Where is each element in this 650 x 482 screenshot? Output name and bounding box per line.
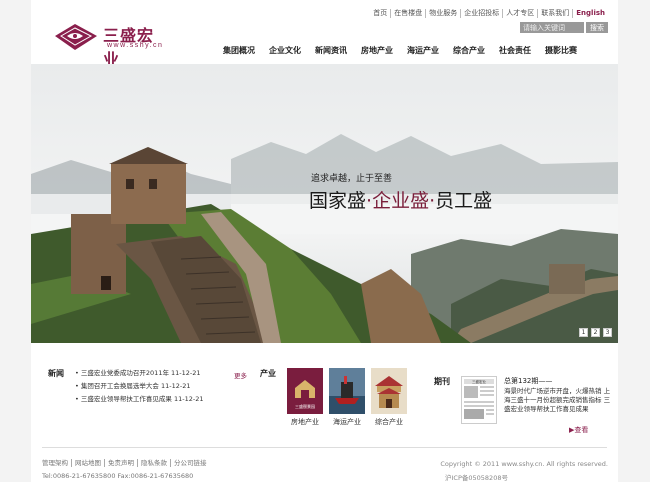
search-input[interactable] [520,22,584,33]
industry-shipping[interactable]: 海运产业 [329,368,365,427]
journal-cover-title: 三盛宏业 [472,379,486,384]
news-item[interactable]: 三盛宏业党委成功召开2011年 11-12-21 [75,367,204,380]
footer-links: 管理架构 网站地图 免责声明 隐私条款 分公司链接 [42,459,210,467]
slogan-country: 国家盛 [309,190,367,212]
banner-slogan: 国家盛·企业盛·员工盛 [309,186,492,213]
journal-summary: 海景时代广场逆市开盘，火爆热销 上海三盛十一月份超额完成销售指标 三盛宏业领导帮… [504,387,611,413]
banner-page-2[interactable]: 2 [591,328,600,337]
top-link-tender[interactable]: 企业招投标 [460,9,502,18]
top-link-home[interactable]: 首页 [370,9,390,18]
top-link-careers[interactable]: 人才专区 [502,9,537,18]
news-item[interactable]: 三盛宏业领导帮扶工作喜见成果 11-12-21 [75,393,204,406]
journal-title: 期刊 [434,377,450,386]
nav-social-responsibility[interactable]: 社会责任 [492,45,538,56]
news-list: 三盛宏业党委成功召开2011年 11-12-21 集团召开工会换届选举大会 11… [75,367,204,406]
top-link-properties[interactable]: 在售楼盘 [390,9,425,18]
slogan-enterprise: 企业盛 [372,190,430,212]
journal-cover[interactable]: 三盛宏业 [461,376,497,424]
nav-diversified[interactable]: 综合产业 [446,45,492,56]
top-link-contact[interactable]: 联系我们 [537,9,572,18]
footer-link-branches[interactable]: 分公司链接 [170,459,210,467]
footer-divider [42,447,607,448]
shipping-thumbnail [329,368,365,414]
nav-photo-contest[interactable]: 摄影比赛 [538,45,584,56]
footer-link-structure[interactable]: 管理架构 [42,459,71,467]
footer-icp[interactable]: 沪ICP备05058208号 [445,472,508,482]
nav-group-overview[interactable]: 集团概况 [216,45,262,56]
journal-more-link[interactable]: ▶查看 [569,425,588,435]
real-estate-thumbnail: 三盛颐景园 [287,368,323,414]
page-container: 三盛宏业 www.sshy.cn 首页 在售楼盘 物业服务 企业招投标 人才专区… [31,0,618,482]
nav-real-estate[interactable]: 房地产业 [354,45,400,56]
industry-real-estate[interactable]: 三盛颐景园 房地产业 [287,368,323,427]
news-more-link[interactable]: 更多 [234,370,247,380]
footer-link-privacy[interactable]: 隐私条款 [137,459,170,467]
top-links: 首页 在售楼盘 物业服务 企业招投标 人才专区 联系我们 English [370,9,608,18]
main-nav: 集团概况 企业文化 新闻资讯 房地产业 海运产业 综合产业 社会责任 摄影比赛 [216,45,584,56]
top-link-english[interactable]: English [572,9,608,18]
industry-label: 海运产业 [333,418,361,426]
news-title: 新闻 [48,369,64,378]
industry-diversified[interactable]: 综合产业 [371,368,407,427]
logo-mark-icon [55,24,97,50]
footer-link-disclaimer[interactable]: 免责声明 [104,459,137,467]
search-button[interactable]: 搜索 [586,22,608,33]
banner-slogan-small: 追求卓越，止于至善 [311,174,393,184]
top-link-property-service[interactable]: 物业服务 [425,9,460,18]
diversified-thumbnail [371,368,407,414]
footer-contact: Tel:0086-21-67635800 Fax:0086-21-6763568… [42,472,194,480]
industry-label: 房地产业 [291,418,319,426]
real-estate-thumb-text: 三盛颐景园 [295,403,315,409]
industry-title: 产业 [260,369,276,378]
banner-page-1[interactable]: 1 [579,328,588,337]
journal-cover-image: 三盛宏业 [464,379,494,419]
brand-url: www.sshy.cn [107,42,164,49]
nav-news[interactable]: 新闻资讯 [308,45,354,56]
journal-issue[interactable]: 总第132期—— [504,376,552,386]
banner-pager: 1 2 3 [579,328,612,337]
slogan-employee: 员工盛 [435,190,493,212]
footer-copyright: Copyright © 2011 www.sshy.cn. All rights… [440,460,608,468]
industry-label: 综合产业 [375,418,403,426]
nav-culture[interactable]: 企业文化 [262,45,308,56]
banner-page-3[interactable]: 3 [603,328,612,337]
search-box: 搜索 [520,22,608,33]
news-item[interactable]: 集团召开工会换届选举大会 11-12-21 [75,380,204,393]
hero-banner[interactable]: 追求卓越，止于至善 国家盛·企业盛·员工盛 1 2 3 [31,64,618,343]
footer-link-sitemap[interactable]: 网站地图 [71,459,104,467]
logo[interactable]: 三盛宏业 www.sshy.cn [53,20,168,69]
nav-shipping[interactable]: 海运产业 [400,45,446,56]
